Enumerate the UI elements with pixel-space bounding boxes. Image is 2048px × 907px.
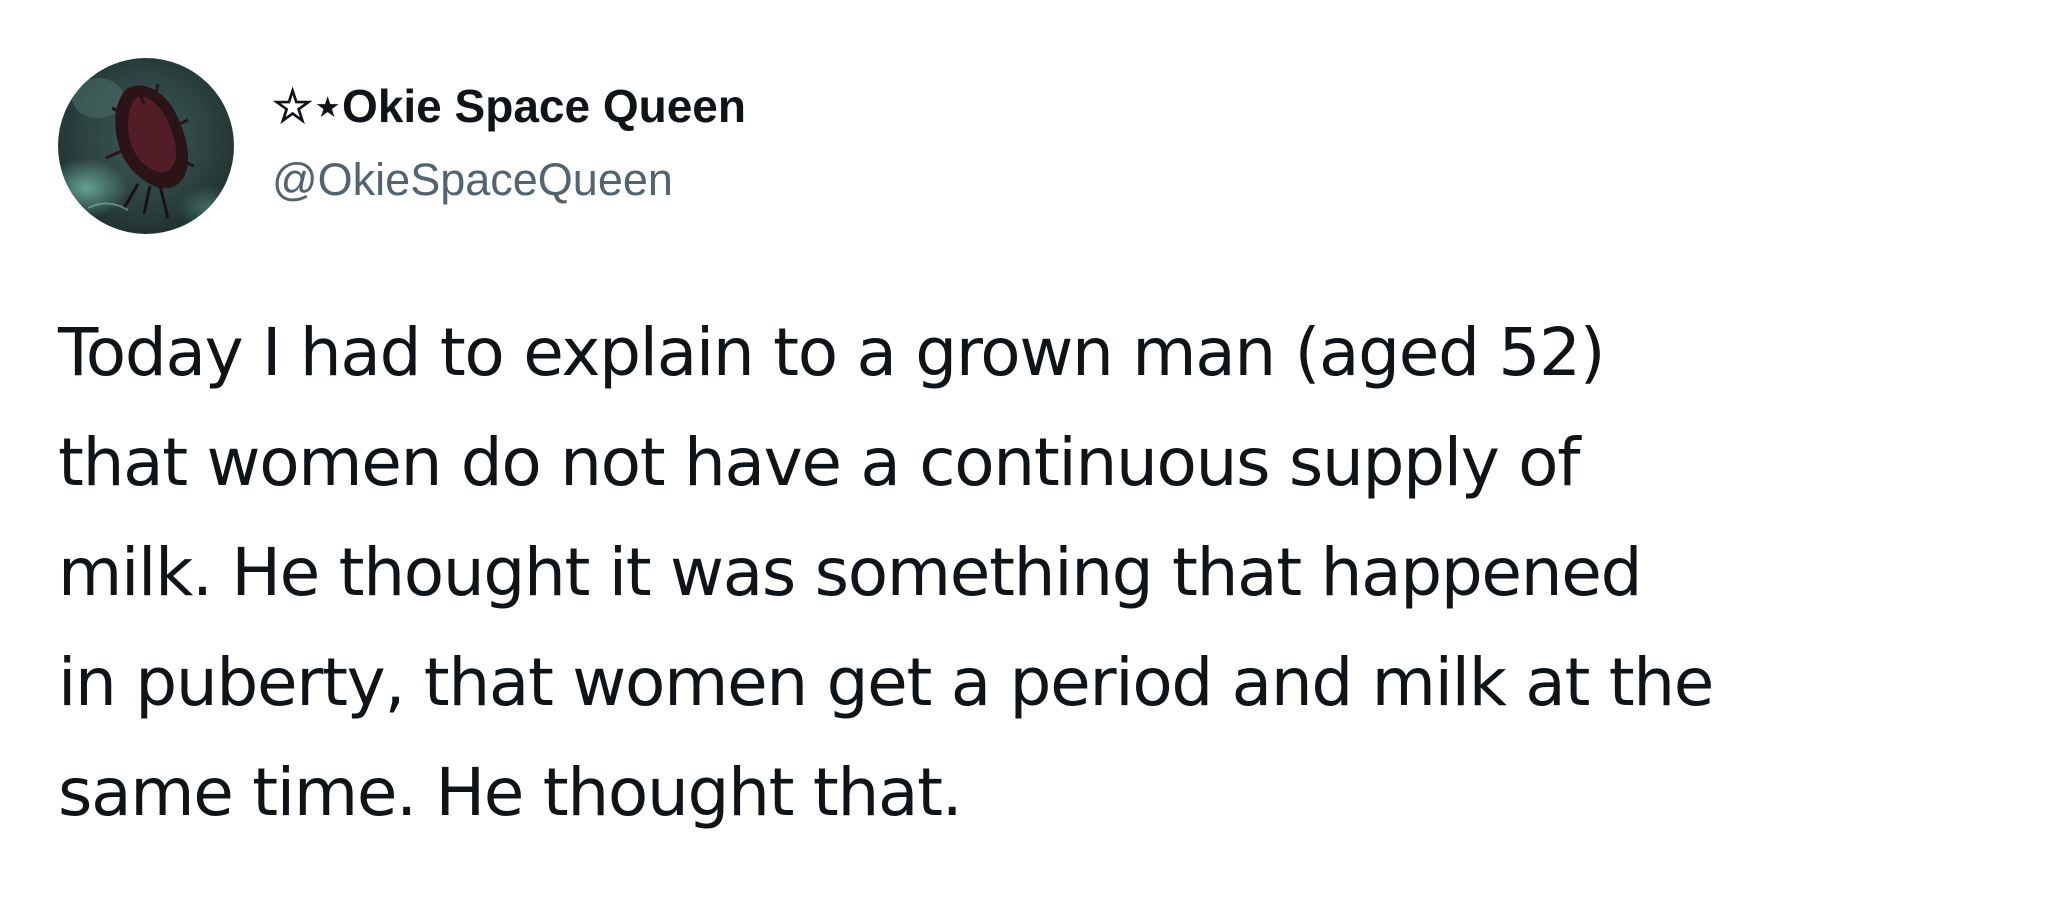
tweet-card: ☆⋆Okie Space Queen @OkieSpaceQueen Today… — [0, 0, 2048, 907]
profile-photo-icon — [58, 58, 234, 234]
tweet-text-line: same time. He thought that. — [58, 754, 963, 831]
tweet-text-line: in puberty, that women get a period and … — [58, 644, 1714, 721]
tweet-text: Today I had to explain to a grown man (a… — [58, 298, 2018, 848]
tweet-text-line: milk. He thought it was something that h… — [58, 534, 1642, 611]
author-handle[interactable]: @OkieSpaceQueen — [272, 152, 673, 208]
tweet-text-line: Today I had to explain to a grown man (a… — [58, 314, 1605, 391]
avatar[interactable] — [58, 58, 234, 234]
author-display-name[interactable]: ☆⋆Okie Space Queen — [272, 78, 746, 134]
tweet-text-line: that women do not have a continuous supp… — [58, 424, 1580, 501]
